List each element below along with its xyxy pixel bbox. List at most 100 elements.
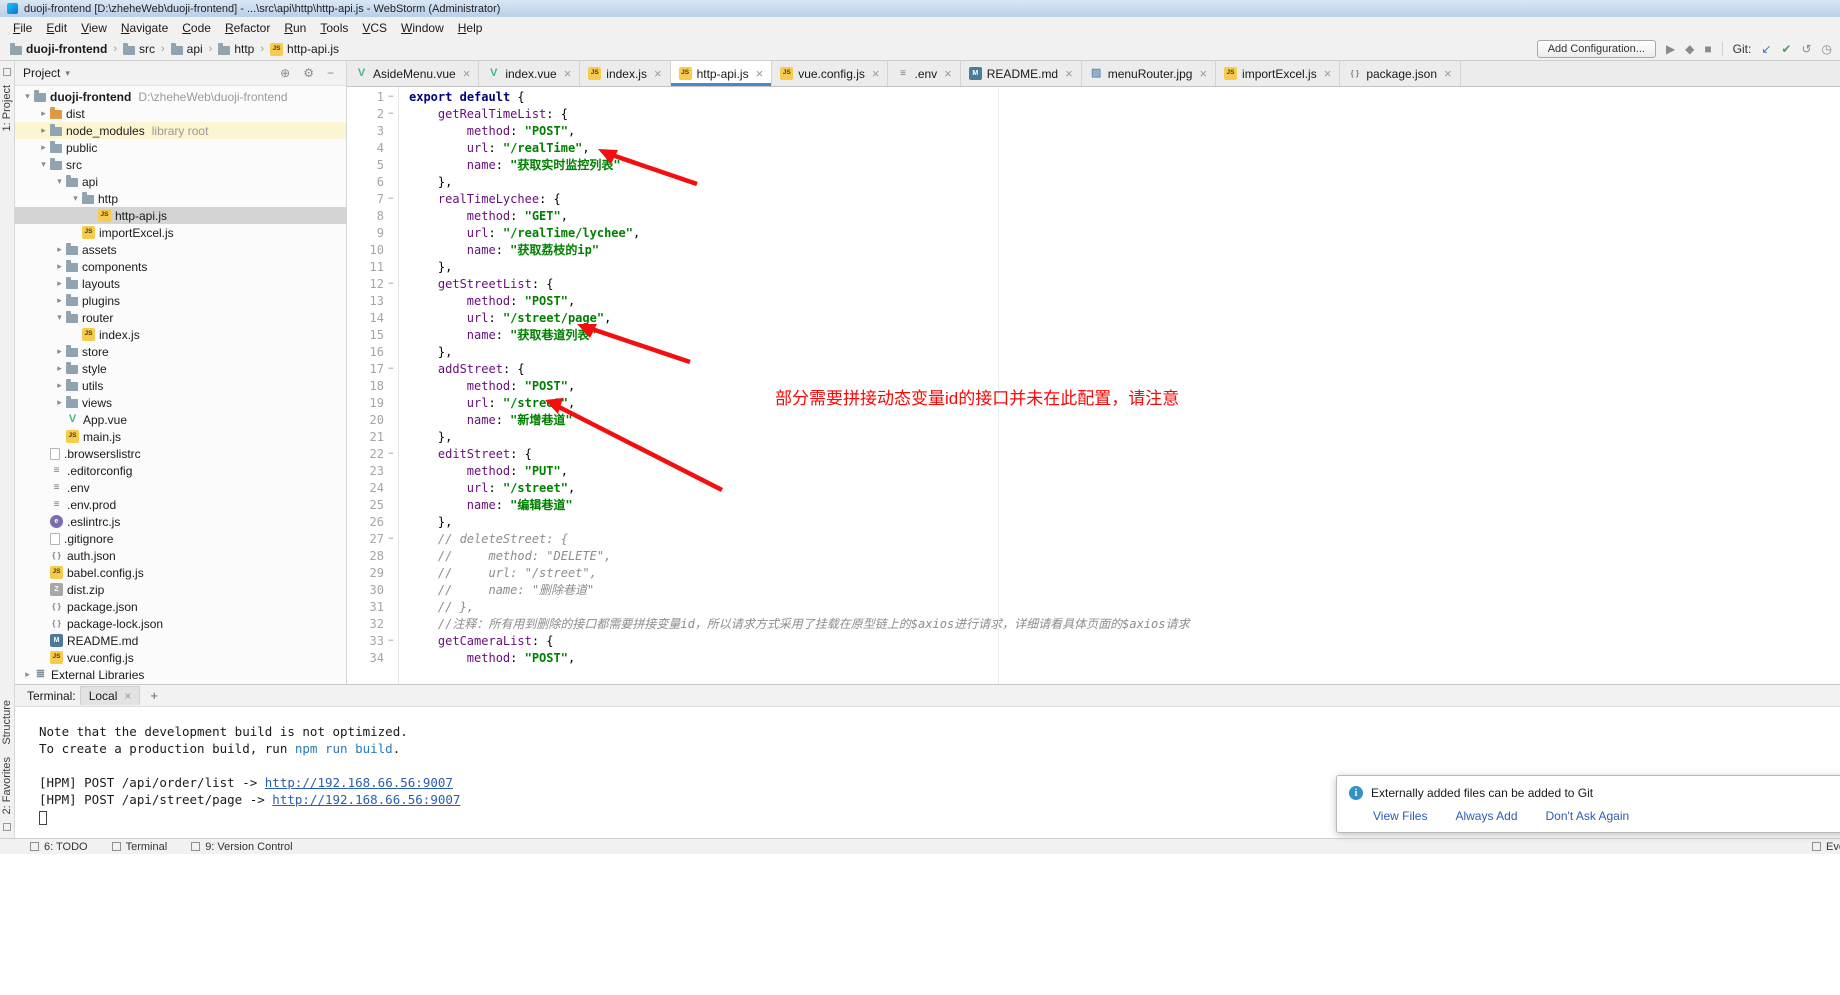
- menu-code[interactable]: Code: [175, 19, 218, 37]
- gutter-line[interactable]: 12−: [347, 276, 398, 293]
- gutter-line[interactable]: 19: [347, 395, 398, 412]
- code-line[interactable]: name: "编辑巷道": [409, 497, 1840, 514]
- tree-item[interactable]: JSvue.config.js: [15, 649, 346, 666]
- terminal-link[interactable]: http://192.168.66.56:9007: [272, 792, 460, 807]
- gutter-line[interactable]: 4: [347, 140, 398, 157]
- code-line[interactable]: url: "/realTime/lychee",: [409, 225, 1840, 242]
- menu-refactor[interactable]: Refactor: [218, 19, 277, 37]
- code-line[interactable]: name: "获取荔枝的ip": [409, 242, 1840, 259]
- menu-view[interactable]: View: [74, 19, 114, 37]
- gutter-line[interactable]: 13: [347, 293, 398, 310]
- tab-http-api.js[interactable]: JShttp-api.js×: [671, 61, 773, 86]
- debug-icon[interactable]: ◆: [1685, 43, 1694, 55]
- status-item-6-todo[interactable]: 6: TODO: [30, 841, 88, 853]
- tab-vue.config.js[interactable]: JSvue.config.js×: [772, 61, 888, 86]
- code-line[interactable]: url: "/street",: [409, 480, 1840, 497]
- hide-panel-icon[interactable]: −: [323, 66, 338, 80]
- gutter-line[interactable]: 23: [347, 463, 398, 480]
- project-panel-title[interactable]: Project: [23, 66, 60, 80]
- terminal-tab-local[interactable]: Local ×: [80, 686, 141, 705]
- code-line[interactable]: method: "GET",: [409, 208, 1840, 225]
- gutter-line[interactable]: 20: [347, 412, 398, 429]
- tree-item[interactable]: { }package.json: [15, 598, 346, 615]
- tree-item[interactable]: ▾router: [15, 309, 346, 326]
- close-icon[interactable]: ×: [872, 66, 880, 81]
- menu-window[interactable]: Window: [394, 19, 451, 37]
- close-icon[interactable]: ×: [1324, 66, 1332, 81]
- code-line[interactable]: url: "/street/page",: [409, 310, 1840, 327]
- stop-icon[interactable]: ■: [1704, 43, 1711, 55]
- breadcrumb-item[interactable]: http: [216, 41, 256, 57]
- code-line[interactable]: // deleteStreet: {: [409, 531, 1840, 548]
- chevron-collapsed-icon[interactable]: ▸: [53, 295, 66, 306]
- tree-item[interactable]: ≡.env.prod: [15, 496, 346, 513]
- gutter-line[interactable]: 24: [347, 480, 398, 497]
- git-history-icon[interactable]: ◷: [1822, 43, 1832, 55]
- menu-file[interactable]: File: [6, 19, 39, 37]
- gutter-line[interactable]: 27−: [347, 531, 398, 548]
- tree-item[interactable]: ▸views: [15, 394, 346, 411]
- tree-item[interactable]: ≡.editorconfig: [15, 462, 346, 479]
- event-log-button[interactable]: Event Log: [1812, 841, 1840, 853]
- git-commit-icon[interactable]: ✔: [1781, 43, 1791, 55]
- code-line[interactable]: name: "获取巷道列表": [409, 327, 1840, 344]
- gutter-line[interactable]: 1−: [347, 89, 398, 106]
- code-line[interactable]: // url: "/street",: [409, 565, 1840, 582]
- code-line[interactable]: editStreet: {: [409, 446, 1840, 463]
- menu-run[interactable]: Run: [277, 19, 313, 37]
- gutter-line[interactable]: 9: [347, 225, 398, 242]
- chevron-collapsed-icon[interactable]: ▸: [53, 363, 66, 374]
- tree-item[interactable]: ▸assets: [15, 241, 346, 258]
- gutter-line[interactable]: 18: [347, 378, 398, 395]
- tree-item[interactable]: { }auth.json: [15, 547, 346, 564]
- breadcrumb-item[interactable]: JShttp-api.js: [268, 41, 341, 57]
- close-icon[interactable]: ×: [944, 66, 952, 81]
- breadcrumb-item[interactable]: src: [121, 41, 157, 57]
- code-line[interactable]: getStreetList: {: [409, 276, 1840, 293]
- gutter-line[interactable]: 16: [347, 344, 398, 361]
- gutter-line[interactable]: 21: [347, 429, 398, 446]
- chevron-expanded-icon[interactable]: ▾: [21, 91, 34, 102]
- code-line[interactable]: name: "获取实时监控列表": [409, 157, 1840, 174]
- gutter-line[interactable]: 31: [347, 599, 398, 616]
- fold-icon[interactable]: −: [384, 106, 398, 123]
- chevron-expanded-icon[interactable]: ▾: [53, 312, 66, 323]
- gutter-line[interactable]: 25: [347, 497, 398, 514]
- code-line[interactable]: method: "POST",: [409, 650, 1840, 667]
- code-line[interactable]: export default {: [409, 89, 1840, 106]
- tree-item[interactable]: ▸layouts: [15, 275, 346, 292]
- tree-item[interactable]: ▸plugins: [15, 292, 346, 309]
- fold-icon[interactable]: −: [384, 361, 398, 378]
- code-line[interactable]: // name: "删除巷道": [409, 582, 1840, 599]
- code-line[interactable]: getRealTimeList: {: [409, 106, 1840, 123]
- gutter-line[interactable]: 30: [347, 582, 398, 599]
- chevron-expanded-icon[interactable]: ▾: [37, 159, 50, 170]
- tab-README.md[interactable]: MREADME.md×: [961, 61, 1082, 86]
- chevron-collapsed-icon[interactable]: ▸: [53, 346, 66, 357]
- gutter-line[interactable]: 8: [347, 208, 398, 225]
- notification-action[interactable]: View Files: [1373, 809, 1427, 823]
- git-update-icon[interactable]: ↙: [1761, 43, 1771, 55]
- tab-index.vue[interactable]: Vindex.vue×: [479, 61, 580, 86]
- chevron-collapsed-icon[interactable]: ▸: [37, 108, 50, 119]
- breadcrumb-item[interactable]: duoji-frontend: [8, 41, 109, 57]
- chevron-expanded-icon[interactable]: ▾: [53, 176, 66, 187]
- tree-item[interactable]: ▸node_moduleslibrary root: [15, 122, 346, 139]
- run-icon[interactable]: ▶: [1666, 43, 1675, 55]
- gutter-line[interactable]: 17−: [347, 361, 398, 378]
- tree-item[interactable]: ▸dist: [15, 105, 346, 122]
- close-icon[interactable]: ×: [124, 689, 131, 703]
- close-icon[interactable]: ×: [463, 66, 471, 81]
- tree-item[interactable]: ▾api: [15, 173, 346, 190]
- gutter-line[interactable]: 14: [347, 310, 398, 327]
- close-icon[interactable]: ×: [654, 66, 662, 81]
- code-line[interactable]: },: [409, 344, 1840, 361]
- chevron-collapsed-icon[interactable]: ▸: [53, 380, 66, 391]
- tab-AsideMenu.vue[interactable]: VAsideMenu.vue×: [347, 61, 479, 86]
- new-terminal-icon[interactable]: +: [144, 688, 164, 703]
- chevron-collapsed-icon[interactable]: ▸: [37, 142, 50, 153]
- locate-file-icon[interactable]: ⊕: [276, 66, 294, 80]
- notification-action[interactable]: Always Add: [1455, 809, 1517, 823]
- tree-item[interactable]: { }package-lock.json: [15, 615, 346, 632]
- tree-item[interactable]: JSbabel.config.js: [15, 564, 346, 581]
